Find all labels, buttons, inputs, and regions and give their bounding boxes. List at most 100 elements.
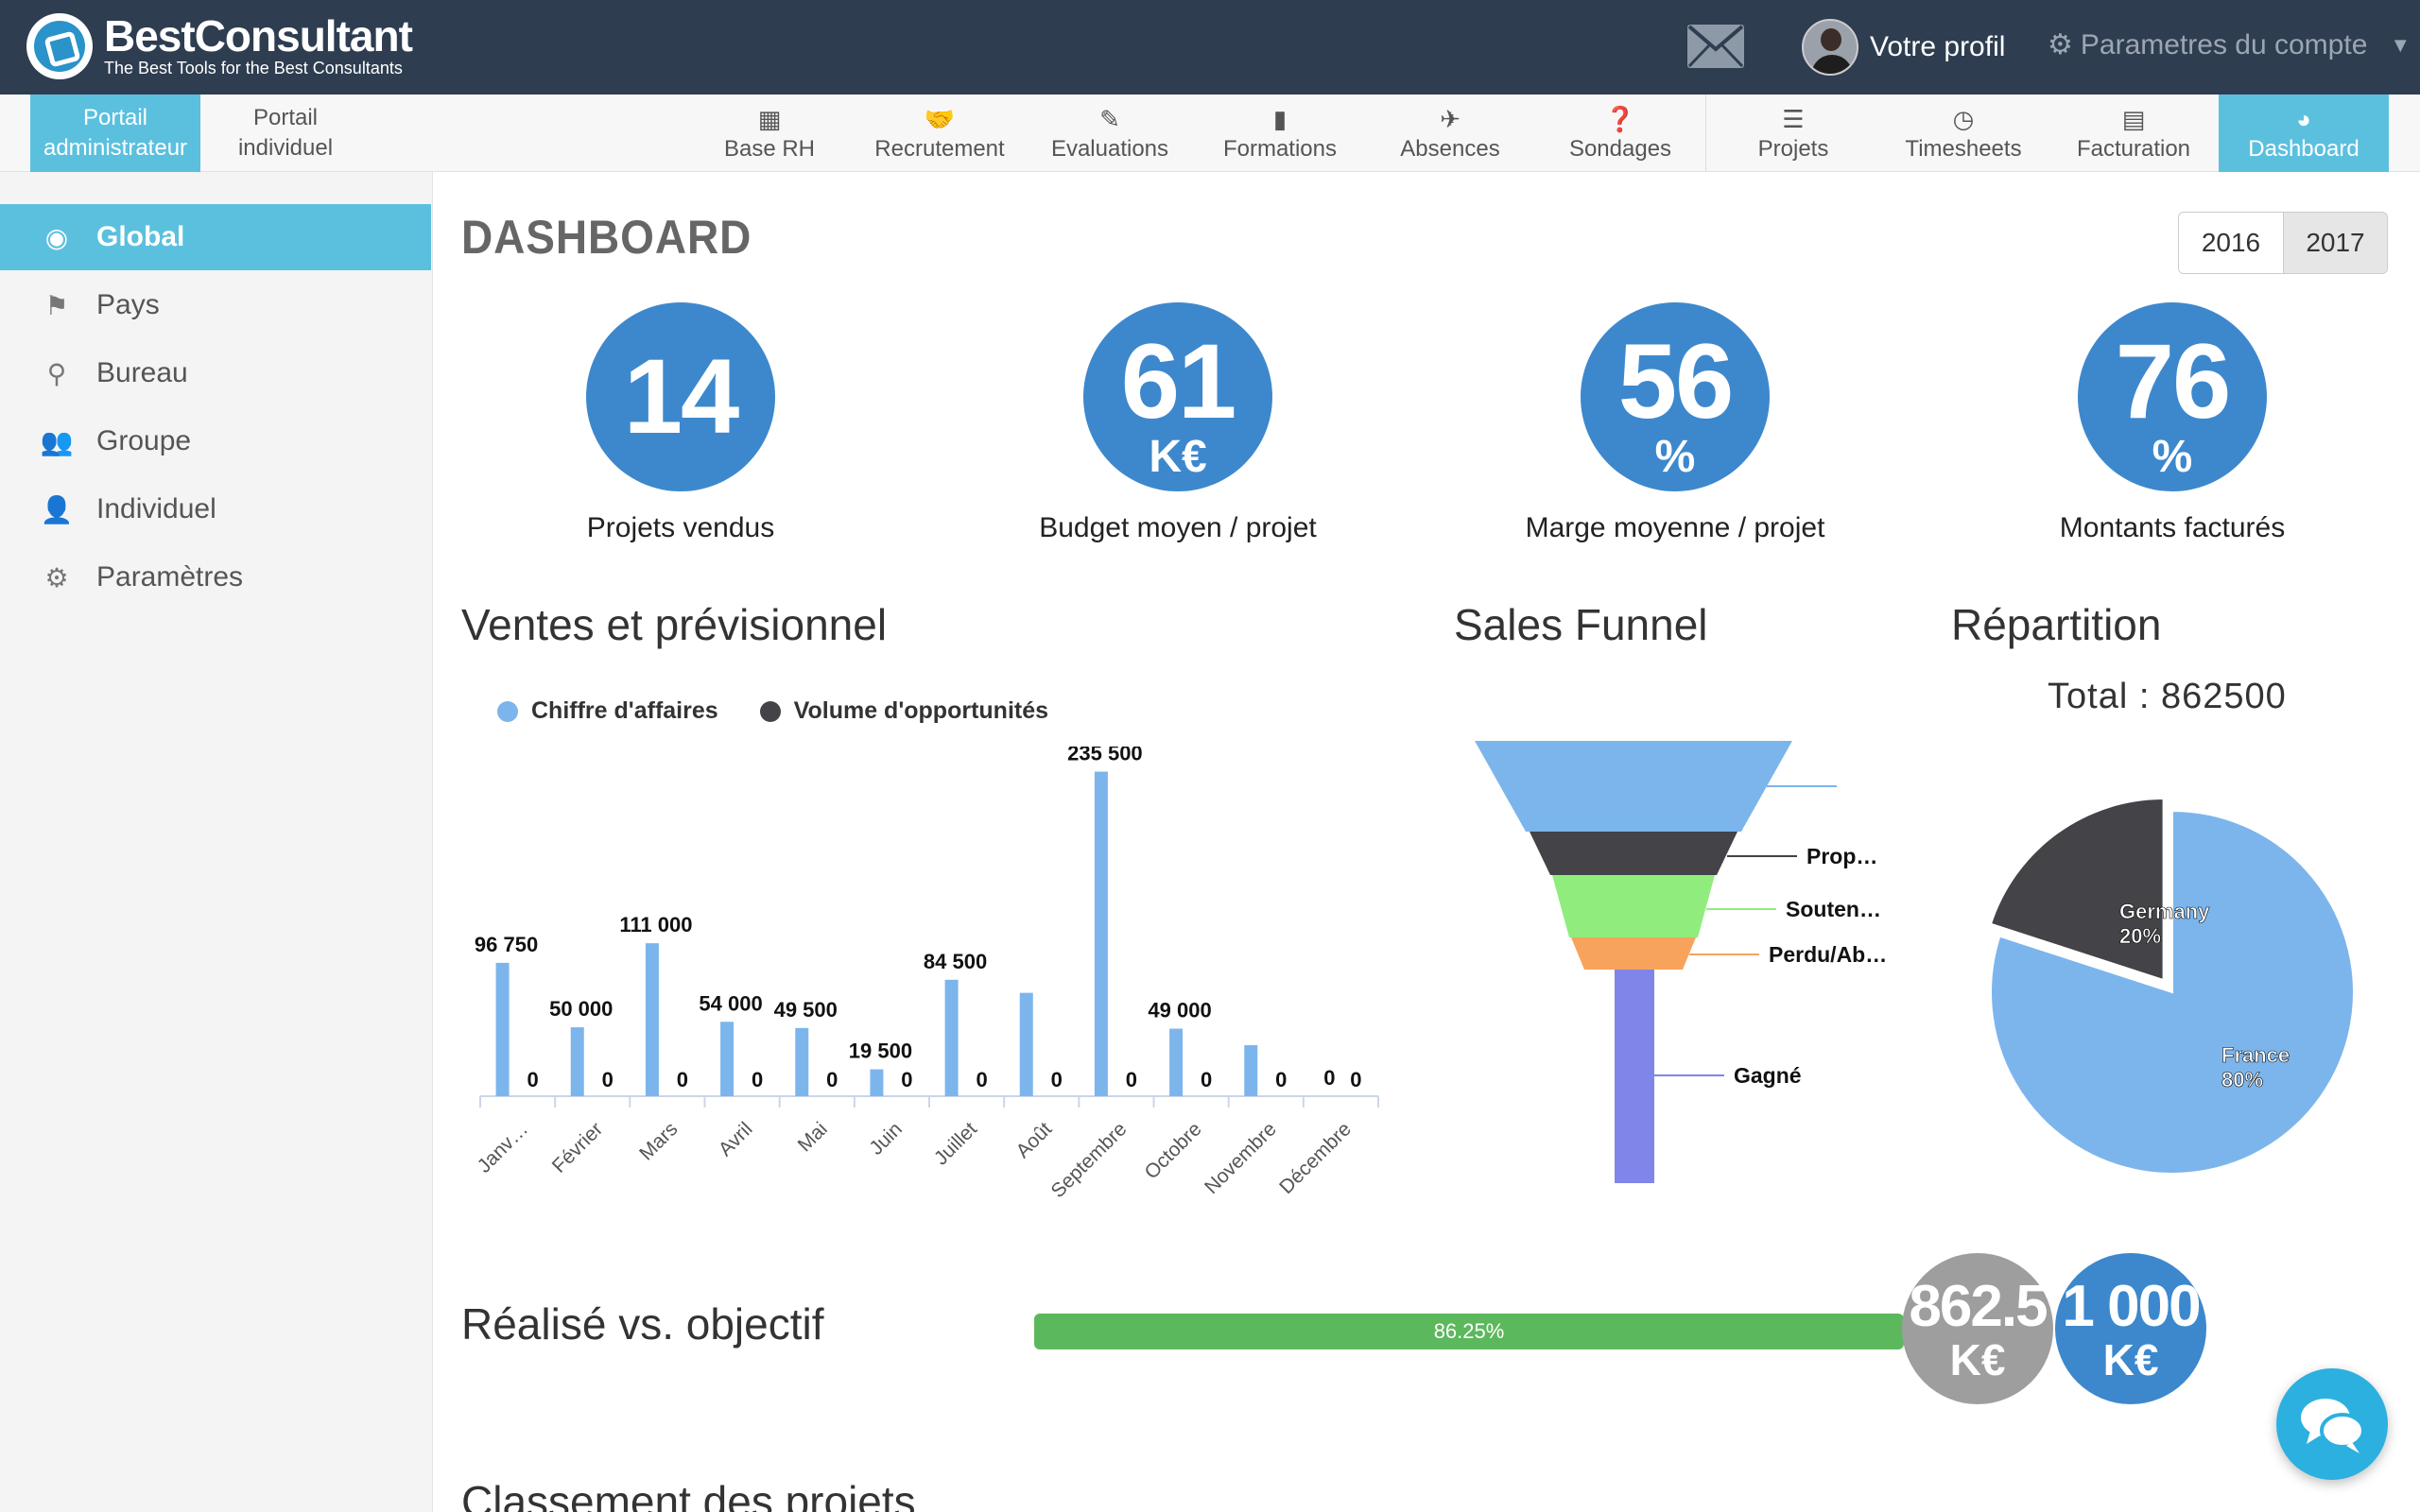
nav-projets[interactable]: ☰ Projets (1708, 94, 1878, 172)
sidebar-item-groupe[interactable]: 👥 Groupe (0, 408, 431, 474)
section-title-ventes: Ventes et prévisionnel (461, 600, 888, 649)
bar-data-label: 0 (1051, 1068, 1063, 1091)
chat-button[interactable] (2276, 1368, 2388, 1480)
nav-divider (1705, 94, 1706, 172)
avatar (1802, 19, 1858, 76)
bar-chiffre-affaires[interactable] (645, 943, 659, 1096)
funnel-stage[interactable] (1571, 937, 1696, 970)
funnel-stage-label: Souten… (1786, 897, 1881, 921)
bar-data-label: 49 500 (774, 998, 838, 1022)
mail-icon[interactable] (1686, 23, 1745, 70)
legend-entry-ca[interactable]: Chiffre d'affaires (497, 697, 718, 725)
nav-sondages[interactable]: ❓ Sondages (1535, 94, 1705, 172)
bar-data-label: 0 (976, 1068, 987, 1091)
year-2016-button[interactable]: 2016 (2179, 213, 2283, 273)
bar-chiffre-affaires[interactable] (795, 1027, 809, 1096)
bar-data-label: 84 500 (924, 950, 987, 973)
nav-formations[interactable]: ▮ Formations (1195, 94, 1365, 172)
repartition-total: Total : 862500 (2048, 677, 2287, 716)
bar-data-label: 96 750 (475, 933, 538, 956)
x-tick-label: Janv… (474, 1118, 532, 1177)
legend-dot (759, 700, 781, 722)
kpi-label: Budget moyen / projet (1039, 512, 1317, 543)
funnel-stage[interactable] (1552, 875, 1715, 937)
nav-label: Dashboard (2248, 136, 2360, 162)
sidebar-item-global[interactable]: ◉ Global (0, 204, 431, 270)
nav-label: Projets (1757, 136, 1829, 162)
handshake-icon: 🤝 (924, 105, 956, 133)
bar-chiffre-affaires[interactable] (870, 1069, 884, 1096)
profile-label: Votre profil (1870, 31, 2006, 62)
kpi-montants-factures: 76 % Montants facturés (1983, 302, 2361, 544)
brand-subtitle: The Best Tools for the Best Consultants (104, 59, 403, 77)
account-settings-menu[interactable]: ⚙ Parametres du compte ▼ (2048, 28, 2411, 61)
bar-data-label: 0 (602, 1068, 614, 1091)
year-selector: 2016 2017 (2178, 212, 2388, 274)
grid-icon: ▦ (757, 105, 782, 133)
sidebar-item-label: Individuel (96, 493, 216, 524)
section-title-funnel: Sales Funnel (1454, 600, 1708, 649)
funnel-stage[interactable] (1530, 832, 1737, 875)
brand-logo[interactable]: BestConsultant The Best Tools for the Be… (26, 13, 413, 79)
sidebar-item-pays[interactable]: ⚑ Pays (0, 272, 431, 338)
objective-gauge: 1 000 K€ (2055, 1253, 2206, 1404)
bar-chiffre-affaires[interactable] (495, 962, 510, 1096)
nav-label: Formations (1222, 136, 1338, 162)
bar-data-label: 235 500 (1067, 747, 1143, 765)
top-header: BestConsultant The Best Tools for the Be… (0, 0, 2420, 94)
nav-facturation[interactable]: ▤ Facturation (2048, 94, 2219, 172)
x-tick-label: Février (548, 1118, 607, 1177)
bar-chiffre-affaires[interactable] (944, 979, 959, 1096)
x-tick-label: Août (1011, 1118, 1056, 1162)
bar-data-label: 0 (677, 1068, 688, 1091)
x-tick-label: Mars (635, 1118, 682, 1164)
nav-recrutement[interactable]: 🤝 Recrutement (855, 94, 1025, 172)
pie-slice-label: Germany (2119, 900, 2210, 923)
bar-data-label: 0 (752, 1068, 763, 1091)
portal-individuel[interactable]: Portail individuel (200, 94, 371, 172)
bar-chiffre-affaires[interactable] (1019, 992, 1033, 1096)
bar-chiffre-affaires[interactable] (1094, 771, 1108, 1096)
gear-icon: ⚙ (2048, 29, 2073, 60)
legend-entry-opportunites[interactable]: Volume d'opportunités (759, 697, 1048, 725)
kpi-projets-vendus: 14 Projets vendus (492, 302, 870, 544)
objective-unit: K€ (2102, 1335, 2159, 1384)
nav-dashboard[interactable]: ◕ Dashboard (2219, 94, 2389, 172)
bar-data-label: 19 500 (849, 1040, 912, 1063)
question-icon: ❓ (1604, 105, 1636, 133)
bar-chiffre-affaires[interactable] (570, 1027, 584, 1096)
nav-timesheets[interactable]: ◷ Timesheets (1878, 94, 2048, 172)
nav-label: Timesheets (1905, 136, 2022, 162)
sidebar-item-individuel[interactable]: 👤 Individuel (0, 476, 431, 542)
section-title-repartition: Répartition (1951, 600, 2162, 649)
realise-progress-bar: 86.25% (1034, 1314, 1904, 1349)
bar-chiffre-affaires[interactable] (720, 1022, 735, 1096)
funnel-stage-label: Gagné (1734, 1063, 1802, 1088)
bar-chiffre-affaires[interactable] (1169, 1028, 1184, 1096)
funnel-stage[interactable] (1475, 741, 1792, 832)
portal-administrateur[interactable]: Portail administrateur (30, 94, 200, 172)
achieved-unit: K€ (1949, 1335, 2006, 1384)
pie-slice-percent: 20% (2119, 924, 2161, 948)
bar-chiffre-affaires[interactable] (1244, 1045, 1258, 1096)
kpi-circle: 56 % (1581, 302, 1770, 491)
nav-base-rh[interactable]: ▦ Base RH (684, 94, 855, 172)
sidebar-item-bureau[interactable]: ⚲ Bureau (0, 340, 431, 406)
plane-icon: ✈ (1440, 105, 1461, 133)
kpi-label: Projets vendus (586, 512, 775, 543)
sidebar-item-parametres[interactable]: ⚙ Paramètres (0, 544, 431, 610)
bar-data-label: 54 000 (699, 991, 762, 1015)
year-2017-button[interactable]: 2017 (2283, 213, 2387, 273)
kpi-budget-moyen: 61 K€ Budget moyen / projet (989, 302, 1367, 544)
logo-icon (26, 13, 93, 79)
nav-label: Recrutement (874, 136, 1005, 162)
kpi-value: 14 (623, 337, 740, 455)
sidebar: ◉ Global ⚑ Pays ⚲ Bureau 👥 Groupe 👤 Indi… (0, 172, 433, 1512)
nav-evaluations[interactable]: ✎ Evaluations (1025, 94, 1195, 172)
profile-link[interactable]: Votre profil (1802, 19, 2005, 76)
nav-absences[interactable]: ✈ Absences (1365, 94, 1535, 172)
funnel-stage[interactable] (1615, 970, 1654, 1183)
repartition-pie-chart: France80% Germany20% (1989, 798, 2355, 1175)
x-tick-label: Septembre (1047, 1118, 1132, 1202)
legend-dot (497, 700, 518, 722)
